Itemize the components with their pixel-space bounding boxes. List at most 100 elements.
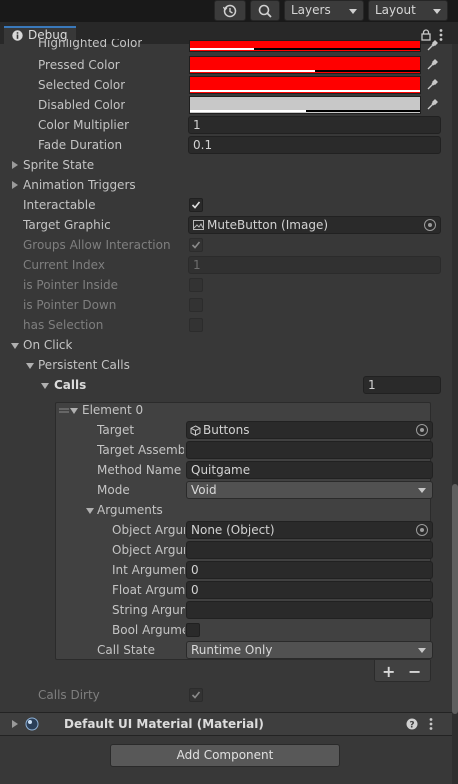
persistent-calls-foldout[interactable]: Persistent Calls [38, 356, 130, 374]
collapse-arrow-icon[interactable] [86, 508, 94, 514]
layout-dropdown[interactable]: Layout [368, 0, 448, 21]
selected-color-label: Selected Color [38, 78, 126, 92]
add-element-button[interactable]: + [382, 663, 395, 681]
has-selection-checkbox [189, 318, 203, 332]
call-state-value: Runtime Only [191, 643, 273, 657]
mode-dropdown[interactable]: Void [186, 481, 433, 499]
color-multiplier-label: Color Multiplier [38, 118, 130, 132]
int-argument-field[interactable]: 0 [186, 561, 433, 579]
target-assembly-field[interactable] [186, 441, 433, 459]
eyedropper-icon[interactable] [423, 37, 441, 55]
current-index-label: Current Index [23, 258, 105, 272]
more-vert-icon[interactable] [429, 718, 433, 730]
layers-label: Layers [291, 3, 331, 17]
collapse-arrow-icon[interactable] [70, 408, 78, 414]
disabled-color-label: Disabled Color [38, 98, 126, 112]
element-0-foldout[interactable]: Element 0 [82, 401, 143, 419]
disabled-color-swatch[interactable] [189, 96, 421, 114]
fade-duration-field[interactable]: 0.1 [188, 136, 441, 154]
object-picker-icon[interactable] [416, 524, 428, 536]
groups-allow-interaction-checkbox [189, 238, 203, 252]
layout-label: Layout [375, 3, 416, 17]
layers-dropdown[interactable]: Layers [284, 0, 364, 21]
on-click-foldout[interactable]: On Click [23, 336, 72, 354]
search-button[interactable] [250, 0, 280, 21]
selected-color-swatch[interactable] [189, 76, 421, 94]
calls-count-field[interactable]: 1 [363, 376, 441, 394]
chevron-down-icon [418, 648, 426, 653]
groups-allow-interaction-label: Groups Allow Interaction [23, 238, 171, 252]
target-graphic-field[interactable]: MuteButton (Image) [188, 216, 441, 234]
help-icon[interactable]: ? [406, 718, 418, 730]
call-state-label: Call State [97, 643, 155, 657]
arguments-foldout[interactable]: Arguments [97, 501, 163, 519]
expand-arrow-icon[interactable] [12, 720, 18, 728]
method-name-label: Method Name [97, 463, 182, 477]
target-label: Target [97, 423, 135, 437]
sprite-state-foldout[interactable]: Sprite State [23, 156, 94, 174]
chevron-down-icon [418, 488, 426, 493]
cube-icon [190, 425, 201, 436]
bool-argument-checkbox[interactable] [186, 623, 200, 637]
target-value: Buttons [203, 423, 250, 437]
highlighted-color-swatch[interactable] [189, 40, 421, 52]
collapse-arrow-icon[interactable] [41, 383, 49, 389]
scrollbar-thumb[interactable] [452, 484, 458, 714]
search-icon [258, 4, 272, 18]
remove-element-button[interactable]: − [408, 663, 421, 681]
calls-foldout[interactable]: Calls [54, 376, 86, 394]
drag-handle-icon[interactable] [59, 408, 69, 414]
has-selection-label: has Selection [23, 318, 104, 332]
object-picker-icon[interactable] [424, 219, 436, 231]
object-argument-label: Object Argun [112, 523, 185, 537]
is-pointer-inside-checkbox [189, 278, 203, 292]
collapse-arrow-icon[interactable] [11, 343, 19, 349]
object-argument-2-label: Object Argun [112, 543, 185, 557]
call-state-dropdown[interactable]: Runtime Only [186, 641, 433, 659]
object-picker-icon[interactable] [416, 424, 428, 436]
mode-label: Mode [97, 483, 130, 497]
string-argument-label: String Argum [112, 603, 185, 617]
eyedropper-icon[interactable] [423, 96, 441, 114]
target-assembly-label: Target Assembl [97, 443, 184, 457]
add-component-button[interactable]: Add Component [110, 744, 340, 767]
history-icon [222, 4, 237, 18]
animation-triggers-foldout[interactable]: Animation Triggers [23, 176, 136, 194]
target-field[interactable]: Buttons [186, 421, 433, 439]
pressed-color-swatch[interactable] [189, 56, 421, 74]
history-button[interactable] [214, 0, 246, 21]
object-argument-value: None (Object) [191, 523, 275, 537]
checkmark-icon [191, 241, 201, 249]
bool-argument-label: Bool Argume [112, 623, 185, 637]
is-pointer-down-checkbox [189, 298, 203, 312]
expand-arrow-icon[interactable] [12, 181, 18, 189]
interactable-label: Interactable [23, 198, 96, 212]
eyedropper-icon[interactable] [423, 56, 441, 74]
is-pointer-down-label: is Pointer Down [23, 298, 117, 312]
material-title: Default UI Material (Material) [64, 717, 264, 731]
object-argument-field[interactable]: None (Object) [186, 521, 433, 539]
target-graphic-value: MuteButton (Image) [207, 218, 329, 232]
image-icon [193, 220, 204, 230]
expand-arrow-icon[interactable] [12, 161, 18, 169]
is-pointer-inside-label: is Pointer Inside [23, 278, 119, 292]
collapse-arrow-icon[interactable] [26, 363, 34, 369]
current-index-field: 1 [188, 256, 441, 274]
svg-text:?: ? [409, 720, 414, 730]
calls-dirty-label: Calls Dirty [38, 688, 100, 702]
object-argument-2-field[interactable] [186, 541, 433, 559]
checkmark-icon [191, 201, 201, 209]
float-argument-field[interactable]: 0 [186, 581, 433, 599]
color-multiplier-field[interactable]: 1 [188, 116, 441, 134]
info-icon [12, 30, 23, 41]
calls-dirty-checkbox [189, 688, 203, 702]
string-argument-field[interactable] [186, 601, 433, 619]
pressed-color-label: Pressed Color [38, 58, 120, 72]
eyedropper-icon[interactable] [423, 76, 441, 94]
top-toolbar: Layers Layout [0, 0, 458, 22]
highlighted-color-label: Highlighted Color [38, 39, 143, 50]
chevron-down-icon [349, 9, 357, 14]
chevron-down-icon [433, 9, 441, 14]
interactable-checkbox[interactable] [189, 198, 203, 212]
method-name-field[interactable]: Quitgame [186, 461, 433, 479]
